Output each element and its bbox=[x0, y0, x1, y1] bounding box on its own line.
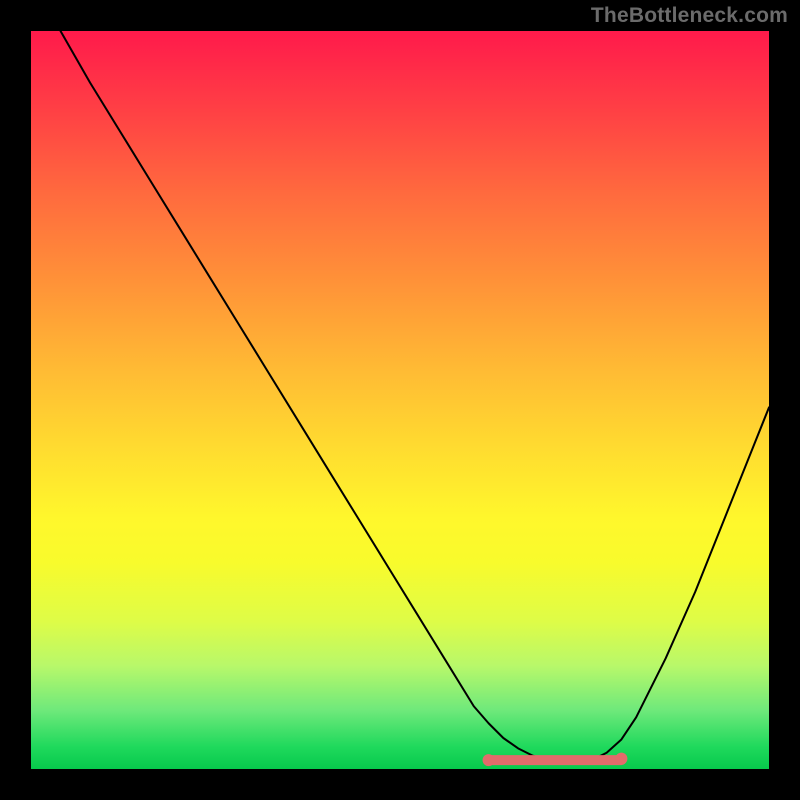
chart-frame: TheBottleneck.com bbox=[0, 0, 800, 800]
watermark-text: TheBottleneck.com bbox=[591, 4, 788, 28]
optimal-cap-right bbox=[615, 753, 627, 765]
plot-area bbox=[31, 31, 769, 769]
bottleneck-curve bbox=[61, 31, 769, 762]
curve-layer bbox=[31, 31, 769, 769]
optimal-cap-left bbox=[483, 754, 495, 766]
